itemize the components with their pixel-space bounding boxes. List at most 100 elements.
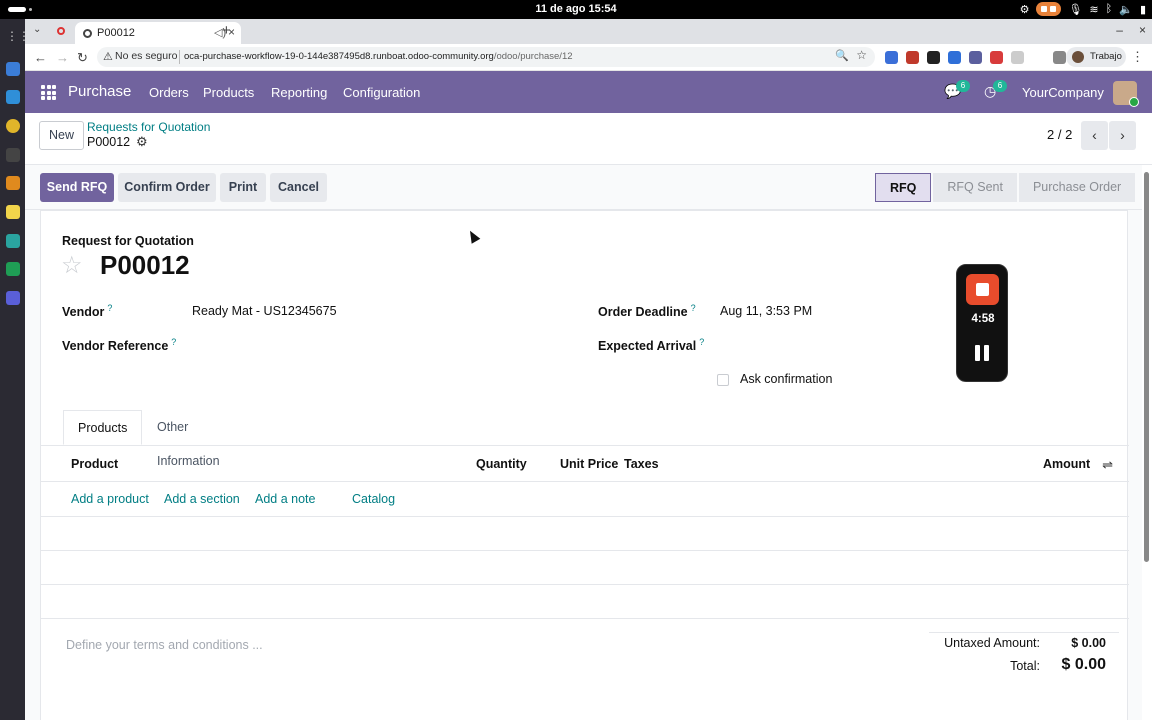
back-icon[interactable]: ← xyxy=(34,50,47,65)
catalog-link[interactable]: Catalog xyxy=(352,492,395,506)
add-note-link[interactable]: Add a note xyxy=(255,492,315,506)
new-button[interactable]: New xyxy=(39,121,84,150)
order-lines-add-row: Add a product Add a section Add a note C… xyxy=(41,482,1129,517)
extension-icon[interactable] xyxy=(927,51,940,64)
help-icon[interactable]: ? xyxy=(171,337,176,347)
battery-icon: ▮ xyxy=(1139,3,1146,16)
order-deadline-field[interactable]: Aug 11, 3:53 PM xyxy=(720,304,812,318)
pause-recording-button[interactable] xyxy=(975,345,991,361)
gear-icon[interactable]: ⚙ xyxy=(136,134,148,150)
browser-tab-strip: ⌄ P00012 ◁) × + – × xyxy=(25,19,1152,44)
vscode-app-icon[interactable] xyxy=(6,90,20,104)
app-menu-icon[interactable] xyxy=(41,85,56,100)
activity-badge: 6 xyxy=(993,80,1007,92)
not-secure-icon[interactable]: ⚠ xyxy=(103,50,113,63)
tab-products[interactable]: Products xyxy=(63,410,143,445)
confirm-order-button[interactable]: Confirm Order xyxy=(118,173,216,202)
company-switcher[interactable]: YourCompany xyxy=(1022,85,1104,100)
add-section-link[interactable]: Add a section xyxy=(164,492,240,506)
pager-next-button[interactable]: › xyxy=(1109,121,1136,150)
cancel-button[interactable]: Cancel xyxy=(270,173,327,202)
untaxed-amount-value: $ 0.00 xyxy=(1071,636,1106,650)
screen-recording-indicator[interactable] xyxy=(1036,2,1062,16)
vendor-field[interactable]: Ready Mat - US12345675 xyxy=(192,304,337,318)
menu-reporting[interactable]: Reporting xyxy=(271,85,327,100)
expected-arrival-field[interactable] xyxy=(720,337,920,355)
column-amount[interactable]: Amount xyxy=(1043,457,1090,471)
help-icon[interactable]: ? xyxy=(699,337,704,347)
reload-icon[interactable]: ↻ xyxy=(77,50,88,66)
menu-orders[interactable]: Orders xyxy=(149,85,189,100)
stage-purchase-order[interactable]: Purchase Order xyxy=(1018,173,1136,202)
bookmark-star-icon[interactable]: ☆ xyxy=(856,48,867,62)
forward-icon[interactable]: → xyxy=(56,50,69,65)
column-taxes[interactable]: Taxes xyxy=(624,457,659,471)
ask-confirmation-checkbox[interactable] xyxy=(717,374,729,386)
extension-icon[interactable] xyxy=(885,51,898,64)
stop-recording-button[interactable] xyxy=(966,274,999,305)
system-tray[interactable]: ⚙ 🎙 ≋ ᛒ 🔈 ▮ xyxy=(1020,2,1146,16)
table-row xyxy=(41,551,1129,585)
notes-app-icon[interactable] xyxy=(6,205,20,219)
chrome-app-icon[interactable] xyxy=(6,119,20,133)
terminal-app-icon[interactable] xyxy=(6,148,20,162)
add-product-link[interactable]: Add a product xyxy=(71,492,149,506)
user-avatar[interactable] xyxy=(1113,81,1139,107)
calculator-app-icon[interactable] xyxy=(6,234,20,248)
address-bar[interactable]: ⚠ No es seguro oca-purchase-workflow-19-… xyxy=(97,47,875,67)
close-window-icon[interactable]: × xyxy=(1139,23,1146,37)
sheets-app-icon[interactable] xyxy=(6,262,20,276)
tab-search-icon[interactable]: ⌄ xyxy=(33,24,41,35)
downloads-icon[interactable] xyxy=(1053,51,1066,64)
extensions-puzzle-icon[interactable] xyxy=(1011,51,1024,64)
untaxed-amount-label: Untaxed Amount: xyxy=(944,636,1040,650)
tab-other-information[interactable]: Other Information xyxy=(143,410,234,468)
terms-conditions-field[interactable]: Define your terms and conditions ... xyxy=(66,638,263,652)
pager-value[interactable]: 2 / 2 xyxy=(1047,127,1072,142)
column-quantity[interactable]: Quantity xyxy=(476,457,527,471)
stage-rfq[interactable]: RFQ xyxy=(875,173,932,202)
app-grid-icon[interactable]: ⋮⋮ xyxy=(6,29,30,43)
browser-menu-icon[interactable]: ⋮ xyxy=(1131,49,1144,65)
security-label[interactable]: No es seguro xyxy=(115,50,177,62)
favorite-star-icon[interactable]: ☆ xyxy=(61,251,83,280)
system-clock[interactable]: 11 de ago 15:54 xyxy=(0,3,1152,15)
recording-tab-icon[interactable] xyxy=(57,27,65,35)
vendor-reference-label: Vendor Reference? xyxy=(62,337,177,354)
stop-icon xyxy=(976,283,989,296)
zoom-icon[interactable]: 🔍 xyxy=(835,49,849,62)
scrollbar[interactable] xyxy=(1144,172,1149,712)
vendor-reference-field[interactable] xyxy=(192,337,572,355)
column-unit-price[interactable]: Unit Price xyxy=(560,457,618,471)
tab-favicon-icon xyxy=(83,29,92,38)
extension-icon[interactable] xyxy=(969,51,982,64)
control-panel: New Requests for Quotation P00012 ⚙ 2 / … xyxy=(25,113,1152,165)
extension-icon[interactable] xyxy=(948,51,961,64)
new-tab-icon[interactable]: + xyxy=(222,22,231,39)
accessibility-icon[interactable]: ⚙ xyxy=(1020,3,1030,16)
menu-products[interactable]: Products xyxy=(203,85,254,100)
send-rfq-button[interactable]: Send RFQ xyxy=(40,173,114,202)
extension-icon[interactable] xyxy=(990,51,1003,64)
minimize-icon[interactable]: – xyxy=(1116,23,1123,37)
docs-app-icon[interactable] xyxy=(6,62,20,76)
url-text[interactable]: oca-purchase-workflow-19-0-144e387495d8.… xyxy=(184,51,573,62)
breadcrumb-current: P00012 xyxy=(87,135,131,149)
extension-icon[interactable] xyxy=(906,51,919,64)
help-icon[interactable]: ? xyxy=(107,303,112,313)
microphone-icon: 🎙 xyxy=(1068,3,1083,16)
breadcrumb-parent[interactable]: Requests for Quotation xyxy=(87,120,210,134)
optional-columns-icon[interactable]: ⇌ xyxy=(1102,457,1113,473)
volume-icon: 🔈 xyxy=(1119,3,1133,16)
extension-app-icon[interactable] xyxy=(6,291,20,305)
files-app-icon[interactable] xyxy=(6,176,20,190)
stage-rfq-sent[interactable]: RFQ Sent xyxy=(933,173,1017,202)
column-product[interactable]: Product xyxy=(71,457,118,471)
menu-configuration[interactable]: Configuration xyxy=(343,85,420,100)
app-title[interactable]: Purchase xyxy=(68,83,131,100)
print-button[interactable]: Print xyxy=(220,173,266,202)
pager-previous-button[interactable]: ‹ xyxy=(1081,121,1108,150)
profile-button[interactable]: Trabajo xyxy=(1066,47,1126,67)
help-icon[interactable]: ? xyxy=(691,303,696,313)
browser-tab[interactable]: P00012 ◁) × xyxy=(75,22,241,44)
